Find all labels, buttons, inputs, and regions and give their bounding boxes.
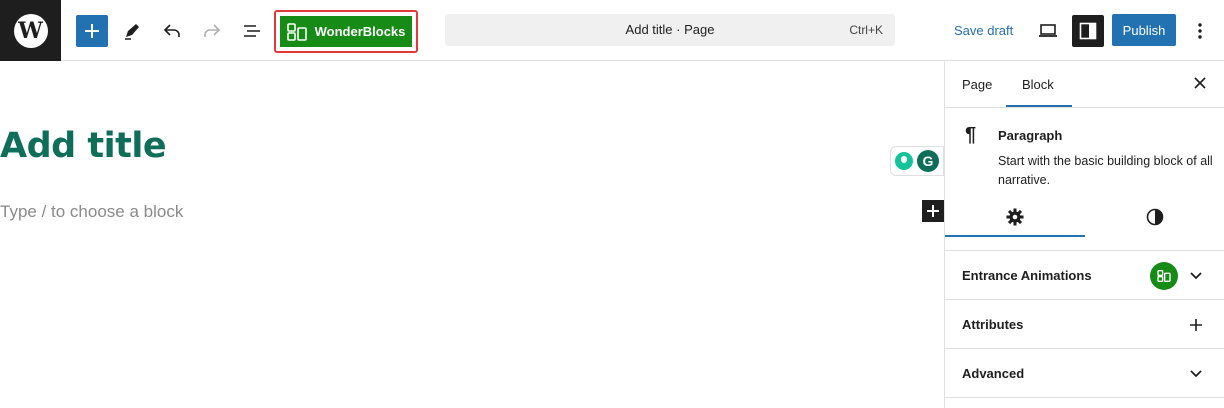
block-name: Paragraph [998,128,1063,143]
redo-button[interactable] [196,15,228,47]
grammarly-icon: G [917,150,939,172]
wordpress-logo-button[interactable]: W [0,0,61,61]
wonderblocks-button[interactable]: WonderBlocks [280,16,412,47]
wonderblocks-highlight: WonderBlocks [274,10,418,53]
block-card: ¶ Paragraph Start with the basic buildin… [945,108,1224,194]
sidebar-toggle-icon [1079,22,1097,40]
inspector-subtabs [945,194,1224,251]
panel-attributes[interactable]: Attributes [945,300,1224,349]
preview-button[interactable] [1032,15,1064,47]
styles-subtab[interactable] [1143,205,1167,229]
panel-advanced[interactable]: Advanced [945,349,1224,398]
sidebar-tabs: Page Block [945,61,1224,108]
grammarly-bulb-icon [895,152,913,170]
panel-label: Attributes [962,317,1024,332]
wonderblocks-icon [286,22,307,41]
active-tab-indicator [1006,105,1072,107]
command-palette-bar[interactable]: Add title · Page Ctrl+K [445,14,895,46]
block-placeholder[interactable]: Type / to choose a block [0,202,183,222]
close-sidebar-button[interactable] [1190,73,1210,93]
block-description: Start with the basic building block of a… [998,154,1213,187]
more-vertical-icon [1198,23,1202,39]
options-button[interactable] [1190,15,1210,47]
tab-page[interactable]: Page [962,77,992,92]
publish-button[interactable]: Publish [1112,14,1176,46]
settings-toggle-button[interactable] [1072,15,1104,47]
post-title-input[interactable]: Add title [0,126,167,166]
settings-sidebar: Page Block ¶ Paragraph Start with the ba… [944,61,1224,408]
panel-label: Advanced [962,366,1025,381]
command-title: Add title · Page [625,22,715,37]
settings-subtab[interactable] [1003,205,1027,229]
panel-label: Entrance Animations [962,268,1092,283]
redo-icon [204,24,221,37]
tools-button[interactable] [116,15,148,47]
wonderblocks-label: WonderBlocks [314,24,406,39]
list-view-icon [244,25,260,37]
chevron-down-icon[interactable] [1186,266,1206,286]
save-draft-button[interactable]: Save draft [954,23,1013,38]
undo-icon [163,24,180,37]
editor-header: W WonderBlocks Add title · Page Ctrl+K S… [0,0,1224,61]
pencil-icon [125,24,139,40]
wonderblocks-badge-icon [1150,262,1178,290]
tab-block[interactable]: Block [1022,77,1054,92]
undo-button[interactable] [156,15,188,47]
plus-icon [927,205,939,217]
grammarly-widget[interactable]: G [890,146,944,176]
gear-icon [1006,208,1024,226]
contrast-icon [1146,208,1164,226]
document-overview-button[interactable] [236,15,268,47]
panel-entrance-animations[interactable]: Entrance Animations [945,251,1224,300]
add-block-button[interactable] [76,15,108,47]
plus-icon [85,24,99,38]
plus-icon[interactable] [1186,315,1206,335]
pilcrow-icon: ¶ [965,124,977,146]
laptop-icon [1039,24,1057,37]
active-subtab-indicator [945,235,1085,237]
close-icon [1194,77,1206,89]
block-inserter-button[interactable] [922,200,944,222]
command-shortcut: Ctrl+K [849,23,883,37]
wordpress-logo-icon: W [13,13,48,48]
chevron-down-icon[interactable] [1186,364,1206,384]
